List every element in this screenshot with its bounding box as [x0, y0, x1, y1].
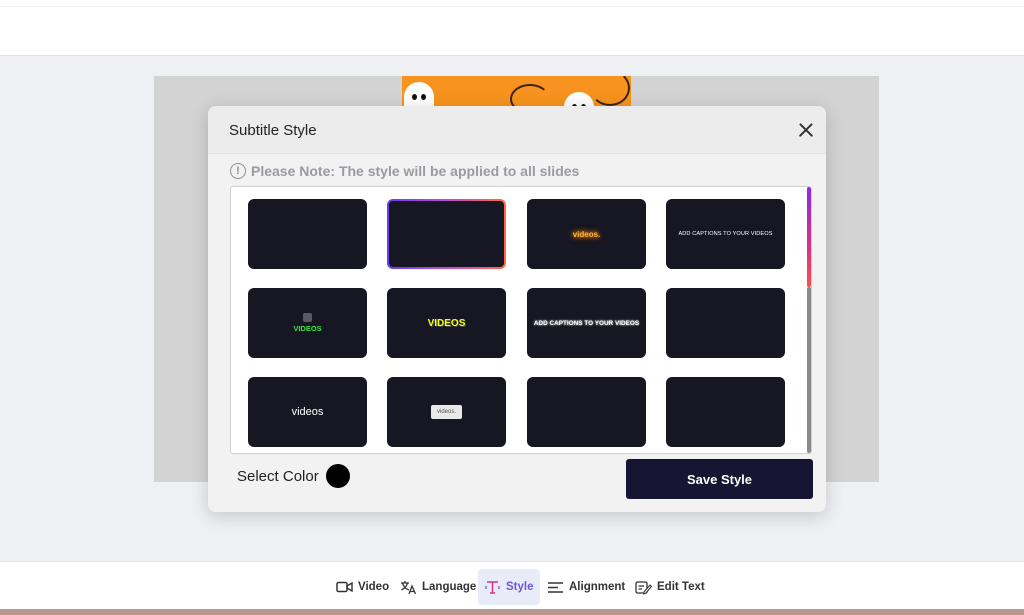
- bottom-image-strip: [0, 609, 1024, 615]
- toolbar-style-label: Style: [506, 581, 534, 593]
- toolbar-video[interactable]: Video: [330, 569, 395, 605]
- style-option-12[interactable]: [666, 377, 785, 447]
- style-option-label: ADD CAPTIONS TO YOUR VIDEOS: [533, 319, 640, 327]
- toolbar-video-label: Video: [358, 581, 390, 593]
- style-note: ! Please Note: The style will be applied…: [230, 162, 579, 180]
- scrollbar-rail: [807, 287, 811, 453]
- style-option-7[interactable]: ADD CAPTIONS TO YOUR VIDEOS: [527, 288, 646, 358]
- style-option-label: ADD CAPTIONS TO YOUR VIDEOS: [678, 231, 773, 237]
- modal-header: Subtitle Style: [208, 106, 826, 154]
- toolbar-alignment-label: Alignment: [569, 581, 626, 593]
- edit-text-icon: [635, 580, 652, 594]
- style-option-6[interactable]: VIDEOS: [387, 288, 506, 358]
- style-option-4[interactable]: ADD CAPTIONS TO YOUR VIDEOS: [666, 199, 785, 269]
- style-option-11[interactable]: [527, 377, 646, 447]
- top-header-bar: [0, 0, 1024, 56]
- align-left-icon: [547, 580, 564, 594]
- scrollbar-thumb[interactable]: [807, 187, 811, 287]
- header-divider: [0, 6, 1024, 7]
- style-option-5[interactable]: VIDEOS: [248, 288, 367, 358]
- text-style-icon: [484, 580, 501, 594]
- style-option-2-selected[interactable]: [387, 199, 506, 269]
- style-option-label: videos: [291, 406, 324, 418]
- style-option-10[interactable]: videos.: [387, 377, 506, 447]
- style-option-9[interactable]: videos: [248, 377, 367, 447]
- save-style-button[interactable]: Save Style: [626, 459, 813, 499]
- color-picker-swatch[interactable]: [326, 464, 350, 488]
- toolbar-edit-text[interactable]: Edit Text: [629, 569, 711, 605]
- style-option-8[interactable]: [666, 288, 785, 358]
- video-camera-icon: [336, 580, 353, 594]
- style-options-grid: videos. ADD CAPTIONS TO YOUR VIDEOS VIDE…: [230, 186, 812, 454]
- translate-icon: [400, 580, 417, 594]
- toolbar-language-label: Language: [422, 581, 477, 593]
- bottom-toolbar: Video Language Style Alignment Edit Text: [0, 561, 1024, 615]
- style-option-label: videos.: [430, 405, 462, 419]
- style-option-label: VIDEOS: [293, 313, 322, 333]
- modal-title: Subtitle Style: [229, 122, 317, 139]
- note-text: Please Note: The style will be applied t…: [251, 163, 580, 179]
- select-color-label: Select Color: [237, 468, 319, 485]
- style-option-1[interactable]: [248, 199, 367, 269]
- close-icon[interactable]: [795, 119, 817, 141]
- style-option-label: videos.: [572, 229, 601, 239]
- subtitle-style-modal: Subtitle Style ! Please Note: The style …: [208, 106, 826, 512]
- tree-branch-decoration: [590, 76, 630, 106]
- toolbar-alignment[interactable]: Alignment: [541, 569, 631, 605]
- speaker-avatar-icon: [303, 313, 312, 322]
- toolbar-style[interactable]: Style: [478, 569, 540, 605]
- toolbar-edit-text-label: Edit Text: [657, 581, 705, 593]
- info-icon: !: [230, 163, 246, 179]
- toolbar-language[interactable]: Language: [394, 569, 482, 605]
- style-option-label: VIDEOS: [427, 317, 466, 329]
- style-option-text: VIDEOS: [293, 324, 322, 333]
- style-option-3[interactable]: videos.: [527, 199, 646, 269]
